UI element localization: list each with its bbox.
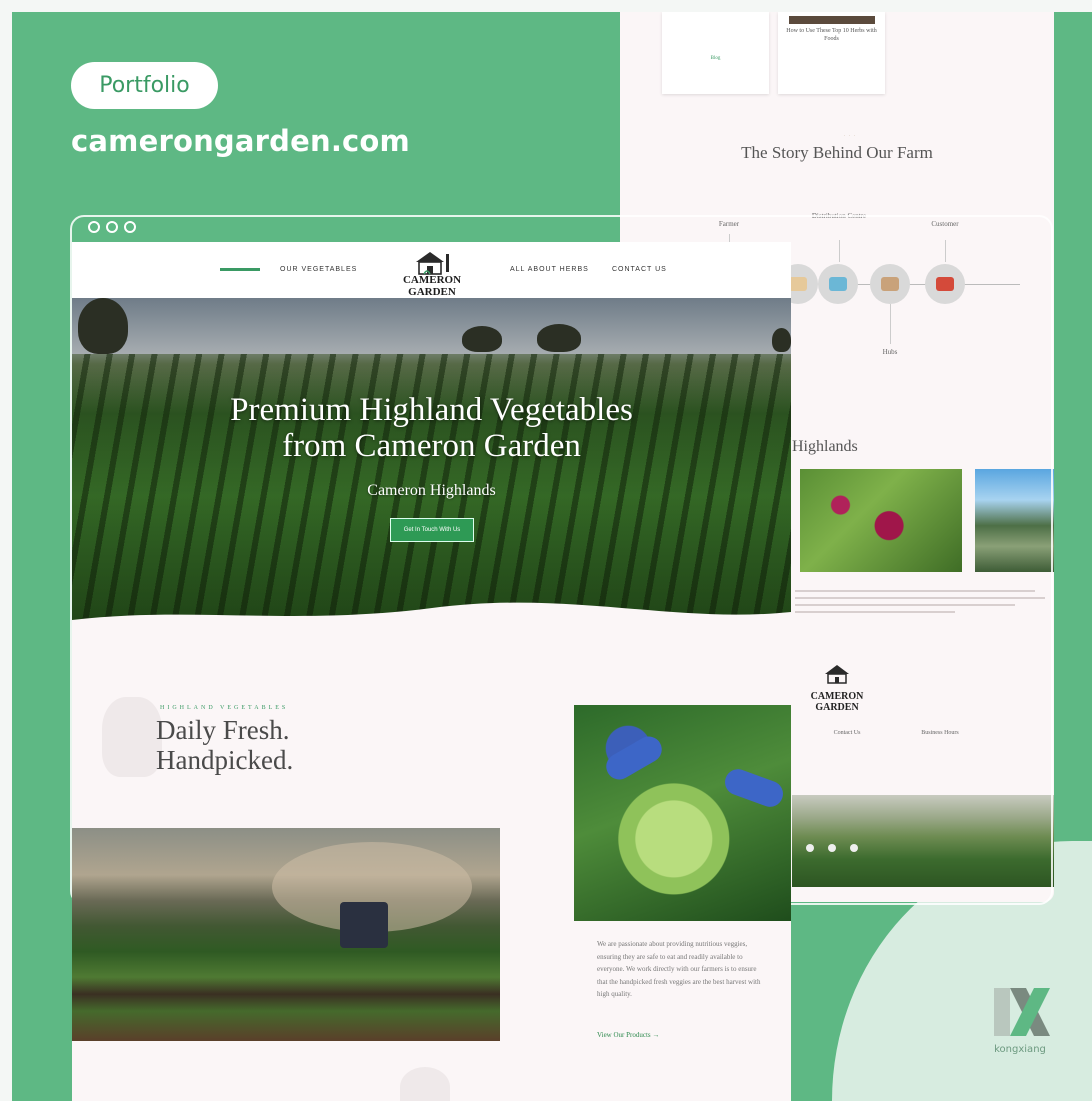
blog-card[interactable]: Blog [662, 12, 769, 94]
farmer-watermark-illustration [102, 697, 162, 777]
brand-name: kongxiang [994, 1044, 1046, 1055]
section-title: Daily Fresh. Handpicked. [156, 715, 293, 775]
blog-card[interactable]: How to Use These Top 10 Herbs with Foods [778, 12, 885, 94]
view-products-label: View Our Products [597, 1031, 651, 1039]
hero-title-line: Premium Highland Vegetables [230, 392, 633, 428]
intro-description: We are passionate about providing nutrit… [597, 940, 761, 998]
window-controls [88, 221, 136, 233]
section-title-line: Handpicked. [156, 745, 294, 775]
nav-item-our-vegetables[interactable]: OUR VEGETABLES [280, 266, 357, 273]
window-dot-icon [88, 221, 100, 233]
barn-logo-icon [416, 252, 449, 275]
section-title-line: Daily Fresh. [156, 715, 290, 745]
hero-sky [72, 298, 791, 354]
homepage-screenshot: OUR VEGETABLES CAMERON GARDEN ALL ABOUT … [72, 242, 791, 1101]
cabbage-harvest-photo [574, 705, 791, 921]
tree-silhouette [78, 298, 128, 354]
story-title: The Story Behind Our Farm [741, 143, 933, 162]
blog-card-image [788, 16, 875, 24]
kongxiang-logo-icon [994, 988, 1050, 1036]
site-logo[interactable]: CAMERON GARDEN [384, 248, 480, 298]
window-dot-icon [124, 221, 136, 233]
hero-title-line: from Cameron Garden [282, 428, 581, 464]
nav-item-contact-us[interactable]: CONTACT US [612, 266, 667, 273]
arrow-right-icon: → [652, 1031, 660, 1039]
site-logo-name: CAMERON GARDEN [402, 274, 462, 298]
glove [721, 765, 787, 811]
tree-silhouette [462, 326, 502, 352]
hero-section: Premium Highland Vegetables from Cameron… [72, 298, 791, 628]
site-url-heading: camerongarden.com [71, 124, 410, 158]
portfolio-badge: Portfolio [71, 62, 218, 109]
blog-card-link[interactable]: Blog [666, 56, 765, 61]
get-in-touch-button[interactable]: Get In Touch With Us [390, 518, 474, 542]
nav-item-home-indicator[interactable] [220, 268, 260, 271]
tree-silhouette [537, 324, 581, 352]
window-dot-icon [106, 221, 118, 233]
glove [601, 731, 667, 785]
hero-subtitle: Cameron Highlands [367, 482, 496, 499]
hero-title: Premium Highland Vegetables from Cameron… [72, 392, 791, 464]
story-tag: · · · [843, 133, 857, 139]
site-navbar: OUR VEGETABLES CAMERON GARDEN ALL ABOUT … [72, 242, 791, 298]
blog-card-title: How to Use These Top 10 Herbs with Foods [786, 28, 877, 42]
nav-item-all-about-herbs[interactable]: ALL ABOUT HERBS [510, 266, 589, 273]
tractor [340, 902, 388, 948]
section-tag: HIGHLAND VEGETABLES [160, 705, 289, 711]
view-products-link[interactable]: View Our Products → [597, 1031, 659, 1039]
hero-wave-divider [72, 602, 791, 628]
tree-silhouette [772, 328, 791, 352]
farmer-watermark-illustration [400, 1067, 450, 1101]
